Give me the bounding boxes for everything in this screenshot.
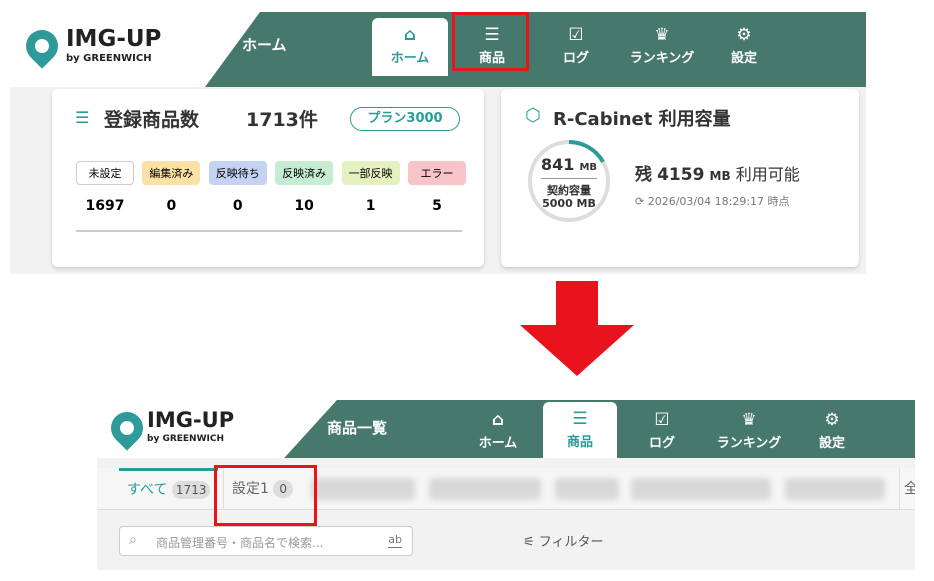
- nav-settings[interactable]: ⚙ 設定: [797, 406, 867, 456]
- status-count: 1697: [85, 198, 125, 214]
- home-icon: ⌂: [403, 25, 417, 45]
- capacity-gauge: [528, 140, 610, 222]
- logo-name: IMG-UP: [147, 408, 235, 432]
- nav-home[interactable]: ⌂ ホーム: [463, 406, 533, 456]
- tab-overflow[interactable]: 全: [899, 468, 915, 510]
- home-screenshot: IMG-UP by GREENWICH ホーム ⌂ ホーム ☰ 商品 ☑ ログ …: [10, 12, 866, 274]
- tab-blurred[interactable]: [631, 478, 771, 500]
- logo-sub: by GREENWICH: [66, 53, 152, 64]
- nav-ranking[interactable]: ♛ ランキング: [709, 406, 789, 456]
- status-badge[interactable]: 反映待ち: [208, 161, 267, 185]
- list-icon: ☰: [572, 409, 588, 429]
- search-icon: ⌕: [129, 532, 137, 548]
- search-input[interactable]: ⌕ 商品管理番号・商品名で検索... ab: [119, 526, 413, 556]
- divider: [76, 230, 462, 232]
- products-card-title: 登録商品数: [104, 109, 200, 131]
- logo-pin-icon: [19, 23, 65, 69]
- list-icon: ☰: [75, 108, 90, 127]
- status-count: 10: [294, 198, 314, 214]
- tab-blurred[interactable]: [311, 478, 415, 500]
- status-badge[interactable]: 一部反映: [341, 161, 400, 185]
- down-arrow-icon: [520, 281, 634, 376]
- status-badge[interactable]: 反映済み: [275, 161, 334, 185]
- cube-icon: ⬡: [525, 105, 541, 126]
- tab-blurred[interactable]: [555, 478, 619, 500]
- nav-home[interactable]: ⌂ ホーム: [372, 18, 448, 76]
- crown-icon: ♛: [741, 410, 757, 430]
- tab-all[interactable]: すべて 1713: [119, 468, 219, 510]
- status-badge[interactable]: 未設定: [76, 161, 134, 185]
- nav-ranking[interactable]: ♛ ランキング: [622, 18, 702, 76]
- plan-badge[interactable]: プラン3000: [350, 107, 460, 131]
- status-count: 1: [365, 198, 376, 214]
- logo-sub: by GREENWICH: [147, 434, 225, 444]
- products-count: 1713件: [246, 109, 318, 131]
- refresh-icon[interactable]: ⟳: [635, 195, 644, 208]
- status-badge[interactable]: エラー: [407, 161, 466, 185]
- contract-label: 契約容量: [547, 184, 591, 197]
- nav-settings[interactable]: ⚙ 設定: [710, 18, 778, 76]
- cabinet-card: ⬡ R-Cabinet 利用容量 841 MB 契約容量 5000 MB 残 4…: [501, 89, 859, 267]
- page-title: ホーム: [242, 36, 287, 54]
- highlight-box: [452, 12, 529, 71]
- status-counts: 1697 0 0 10 1 5: [76, 198, 466, 214]
- status-badges: 未設定 編集済み 反映待ち 反映済み 一部反映 エラー: [76, 161, 466, 185]
- filter-button[interactable]: ⚟ フィルター: [523, 531, 604, 550]
- status-count: 5: [432, 198, 442, 214]
- logo-pin-icon: [104, 405, 150, 451]
- nav-log[interactable]: ☑ ログ: [627, 406, 697, 456]
- status-badge[interactable]: 編集済み: [142, 161, 201, 185]
- nav-products[interactable]: ☰ 商品: [543, 402, 617, 458]
- search-placeholder: 商品管理番号・商品名で検索...: [156, 536, 324, 550]
- status-count: 0: [166, 198, 177, 214]
- used-capacity: 841 MB: [540, 155, 598, 174]
- tab-blurred[interactable]: [785, 478, 885, 500]
- sliders-icon: ⚟: [523, 535, 535, 550]
- gear-icon: ⚙: [736, 25, 752, 45]
- contract-capacity: 5000 MB: [542, 197, 596, 210]
- page-title: 商品一覧: [327, 419, 388, 437]
- remaining-capacity: 残 4159 MB 利用可能: [635, 165, 800, 185]
- checkbox-icon: ☑: [654, 410, 670, 430]
- home-icon: ⌂: [491, 410, 505, 430]
- nav-log[interactable]: ☑ ログ: [540, 18, 612, 76]
- checkbox-icon: ☑: [568, 25, 584, 45]
- crown-icon: ♛: [654, 25, 670, 45]
- updated-timestamp: ⟳ 2026/03/04 18:29:17 時点: [635, 195, 790, 208]
- regex-toggle[interactable]: ab: [388, 533, 402, 548]
- cabinet-card-title: R-Cabinet 利用容量: [553, 109, 731, 130]
- products-card: ☰ 登録商品数 1713件 プラン3000 未設定 編集済み 反映待ち 反映済み 一部反…: [52, 89, 484, 267]
- gear-icon: ⚙: [824, 410, 840, 430]
- gauge-divider: [541, 178, 597, 179]
- tab-count: 1713: [171, 481, 211, 499]
- tab-blurred[interactable]: [429, 478, 541, 500]
- products-screenshot: IMG-UP by GREENWICH 商品一覧 ⌂ ホーム ☰ 商品 ☑ ログ…: [97, 400, 915, 570]
- status-count: 0: [232, 198, 243, 214]
- highlight-box: [214, 465, 317, 526]
- logo-name: IMG-UP: [66, 26, 162, 52]
